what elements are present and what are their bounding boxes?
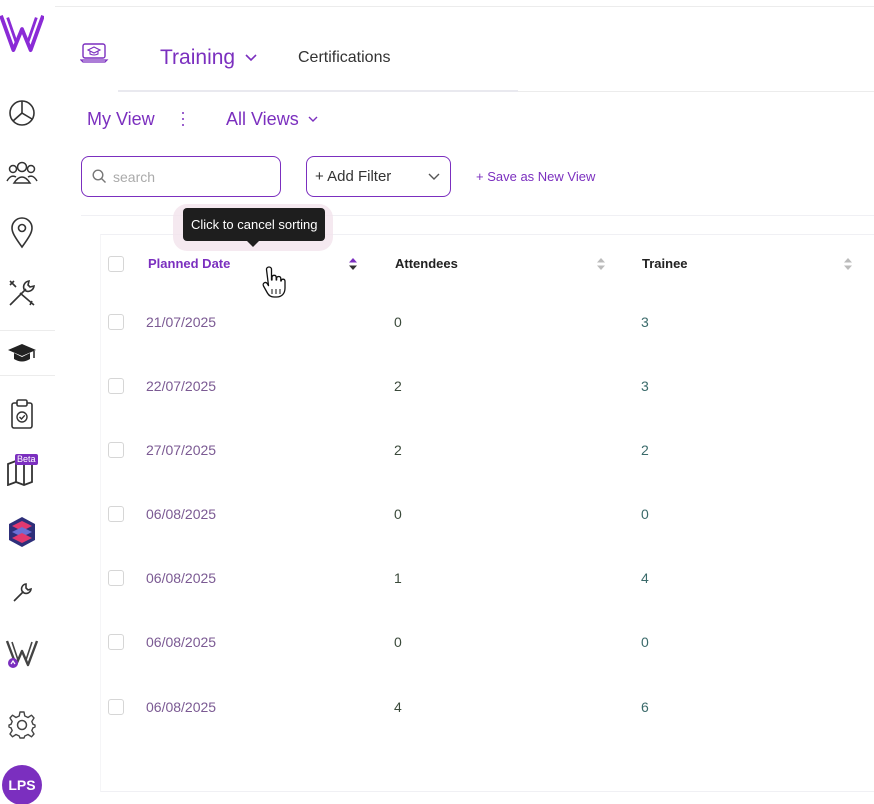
column-header-trainee[interactable]: Trainee [642, 256, 688, 271]
current-view-label[interactable]: My View [87, 109, 155, 130]
tooltip-arrow [247, 241, 259, 247]
row-checkbox[interactable] [108, 442, 124, 458]
tab-training[interactable]: Training [160, 46, 257, 70]
wrench-icon[interactable] [0, 571, 44, 615]
column-header-planned-date[interactable]: Planned Date [148, 256, 230, 271]
user-avatar[interactable]: LPS [2, 765, 42, 804]
cell-trainee: 6 [641, 699, 649, 715]
location-icon[interactable] [0, 211, 44, 255]
cell-trainee: 4 [641, 570, 649, 586]
search-icon [92, 169, 106, 183]
tools-icon[interactable] [0, 271, 44, 315]
sort-icon[interactable] [597, 256, 605, 272]
all-views-label: All Views [226, 109, 299, 129]
cell-trainee: 3 [641, 378, 649, 394]
cell-attendees: 4 [394, 699, 402, 715]
cell-attendees: 0 [394, 634, 402, 650]
map-beta-icon[interactable]: Beta [0, 450, 44, 494]
layers-icon[interactable] [0, 510, 44, 554]
row-checkbox[interactable] [108, 634, 124, 650]
cell-planned-date[interactable]: 06/08/2025 [146, 699, 216, 715]
row-checkbox[interactable] [108, 314, 124, 330]
search-input[interactable] [113, 168, 273, 185]
graduation-cap-icon[interactable] [0, 331, 44, 375]
chevron-down-icon [428, 173, 440, 180]
cell-trainee: 0 [641, 506, 649, 522]
search-field[interactable] [81, 156, 281, 197]
hand-cursor-icon [262, 266, 286, 298]
tab-training-label: Training [160, 46, 236, 69]
beta-badge: Beta [15, 454, 38, 465]
sort-icon[interactable] [844, 256, 852, 272]
sidebar-separator [0, 375, 55, 376]
cell-attendees: 2 [394, 442, 402, 458]
logo-icon[interactable] [0, 8, 44, 52]
column-header-attendees[interactable]: Attendees [395, 256, 458, 271]
cell-attendees: 1 [394, 570, 402, 586]
cell-trainee: 0 [641, 634, 649, 650]
cell-attendees: 0 [394, 506, 402, 522]
cell-planned-date[interactable]: 06/08/2025 [146, 570, 216, 586]
chevron-down-icon [308, 116, 318, 122]
row-checkbox[interactable] [108, 378, 124, 394]
add-filter-label: + Add Filter [315, 168, 392, 185]
view-options-icon[interactable] [178, 110, 188, 128]
cell-planned-date[interactable]: 27/07/2025 [146, 442, 216, 458]
data-table [100, 234, 874, 792]
cell-attendees: 2 [394, 378, 402, 394]
sort-icon[interactable] [349, 256, 357, 272]
people-icon[interactable] [0, 150, 44, 194]
chevron-down-icon [245, 54, 257, 62]
add-filter-dropdown[interactable]: + Add Filter [306, 156, 451, 197]
sidebar: Beta LPS [0, 0, 55, 804]
cell-planned-date[interactable]: 06/08/2025 [146, 634, 216, 650]
tab-certifications[interactable]: Certifications [298, 49, 390, 67]
gear-icon[interactable] [0, 703, 44, 747]
top-divider [55, 6, 874, 7]
header-divider [518, 91, 874, 92]
row-checkbox[interactable] [108, 570, 124, 586]
cell-planned-date[interactable]: 21/07/2025 [146, 314, 216, 330]
tab-underline [118, 90, 518, 92]
cell-attendees: 0 [394, 314, 402, 330]
app-v-icon[interactable] [0, 630, 44, 674]
cell-trainee: 3 [641, 314, 649, 330]
row-checkbox[interactable] [108, 506, 124, 522]
training-module-icon [79, 42, 110, 69]
cell-trainee: 2 [641, 442, 649, 458]
sort-tooltip: Click to cancel sorting [183, 208, 326, 241]
clipboard-check-icon[interactable] [0, 392, 44, 436]
save-as-new-view-button[interactable]: + Save as New View [476, 169, 595, 184]
row-checkbox[interactable] [108, 699, 124, 715]
cell-planned-date[interactable]: 22/07/2025 [146, 378, 216, 394]
analytics-icon[interactable] [0, 91, 44, 135]
cell-planned-date[interactable]: 06/08/2025 [146, 506, 216, 522]
all-views-dropdown[interactable]: All Views [226, 109, 318, 130]
select-all-checkbox[interactable] [108, 256, 124, 272]
